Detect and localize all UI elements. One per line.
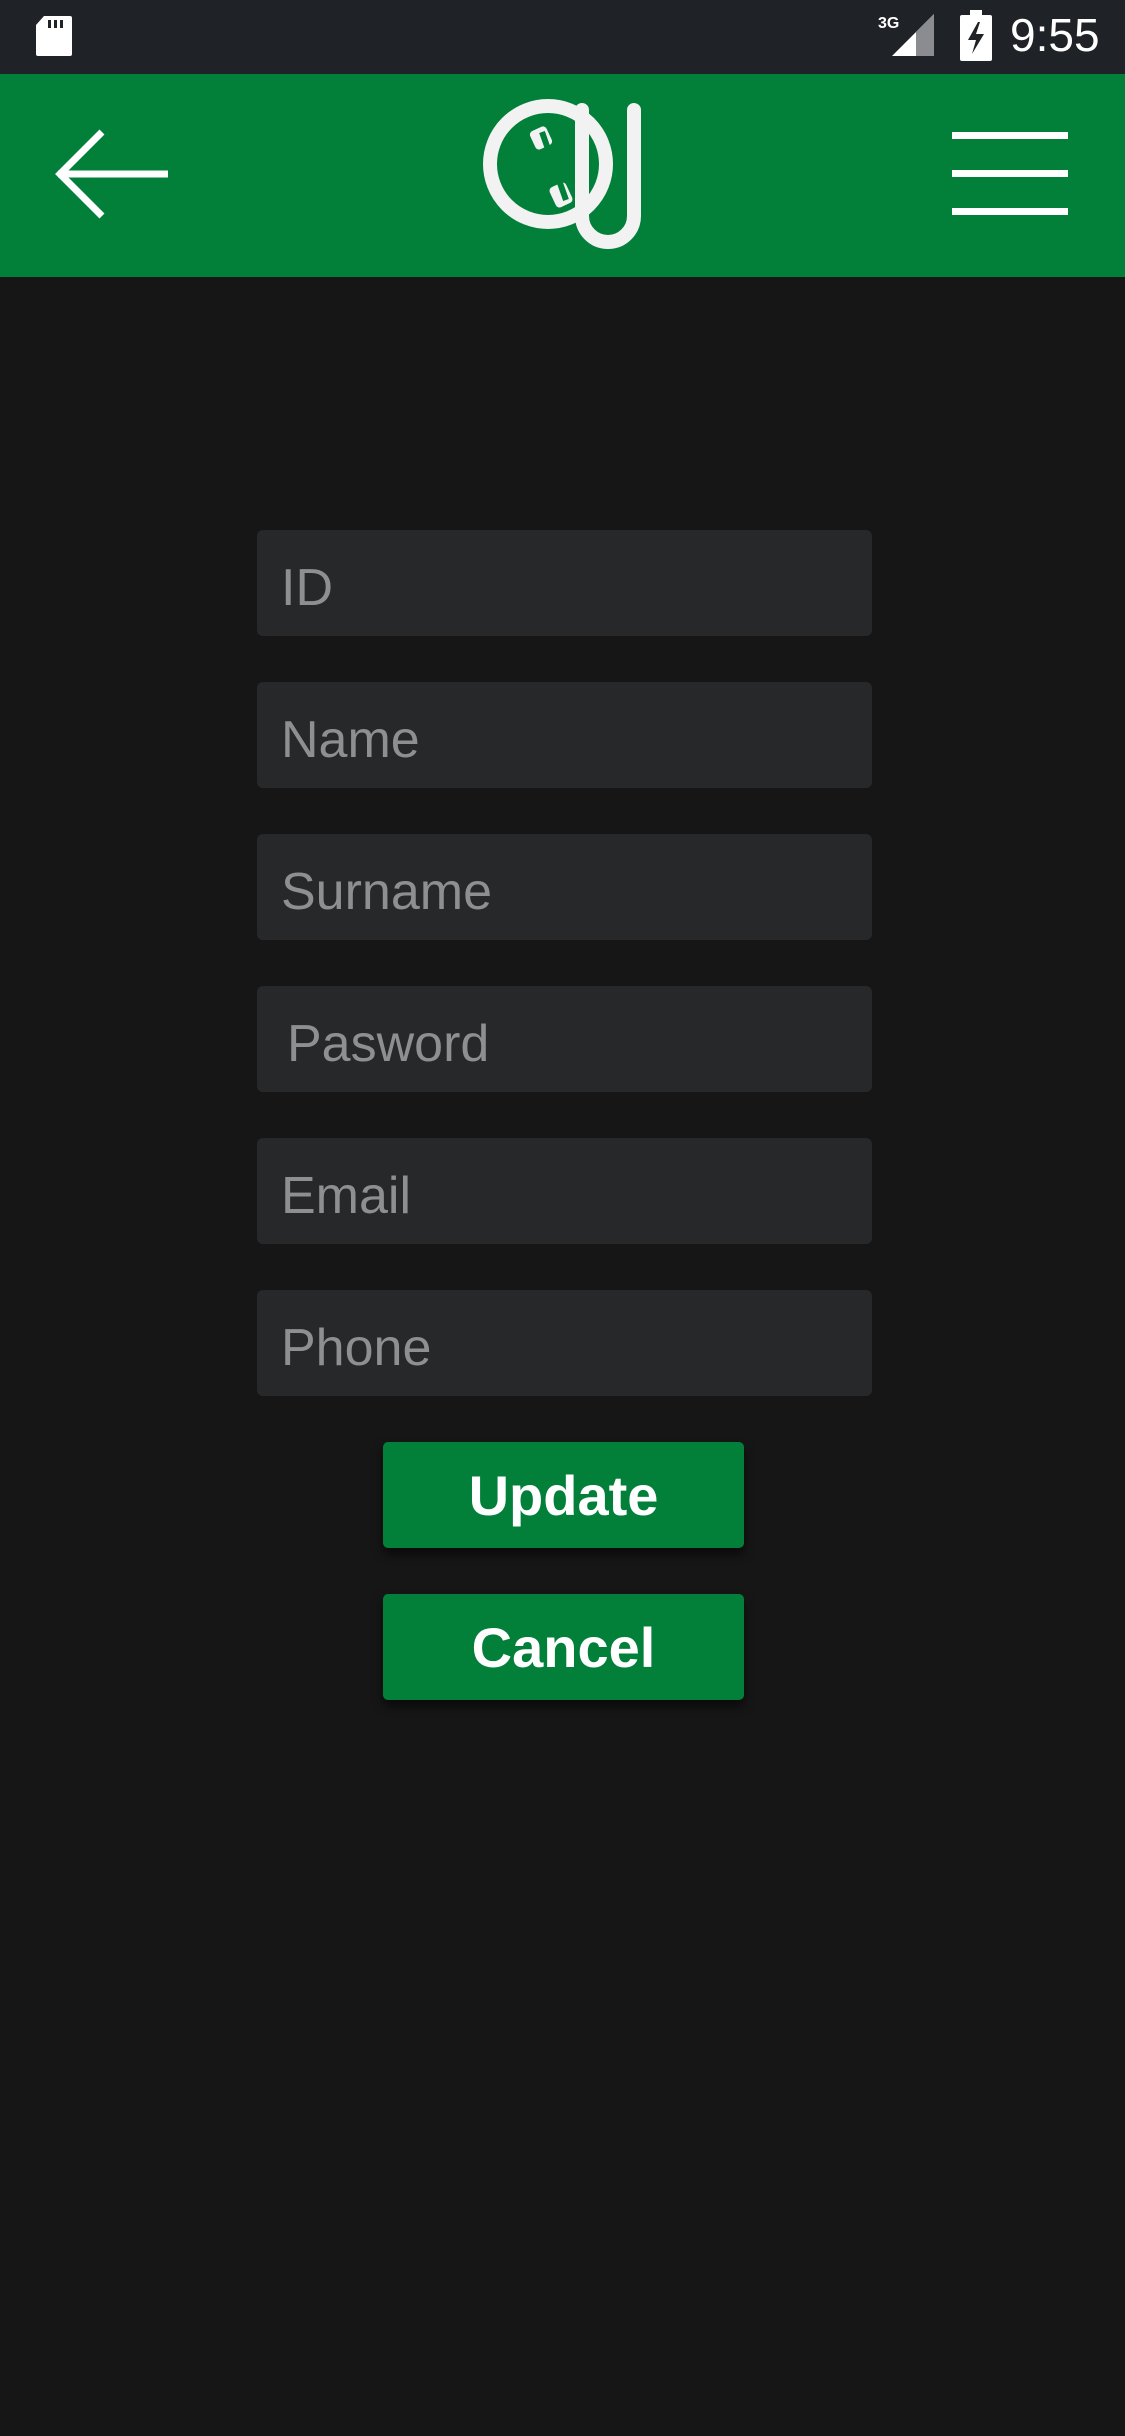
email-input[interactable]: [281, 1166, 872, 1226]
clock: 9:55: [1010, 9, 1100, 61]
id-input[interactable]: [281, 558, 872, 618]
sd-card-icon: [36, 16, 72, 56]
hamburger-menu-icon: [952, 132, 1068, 215]
phone-input[interactable]: [281, 1318, 872, 1378]
status-bar: 3G 9:55: [0, 0, 1125, 74]
name-input[interactable]: [281, 710, 872, 770]
surname-field[interactable]: [257, 834, 872, 940]
surname-input[interactable]: [281, 862, 872, 922]
password-input[interactable]: [287, 1014, 872, 1074]
menu-button[interactable]: [935, 114, 1085, 234]
back-button[interactable]: [40, 114, 180, 234]
signal-3g-icon: 3G: [878, 14, 934, 56]
cancel-button[interactable]: Cancel: [383, 1594, 744, 1700]
email-field[interactable]: [257, 1138, 872, 1244]
back-arrow-icon: [55, 129, 168, 219]
update-button[interactable]: Update: [383, 1442, 744, 1548]
password-field[interactable]: [257, 986, 872, 1092]
battery-charging-icon: [960, 10, 992, 61]
name-field[interactable]: [257, 682, 872, 788]
id-field[interactable]: [257, 530, 872, 636]
app-bar: [0, 74, 1125, 277]
network-type-label: 3G: [878, 15, 899, 32]
app-logo: [483, 99, 641, 249]
phone-field[interactable]: [257, 1290, 872, 1396]
